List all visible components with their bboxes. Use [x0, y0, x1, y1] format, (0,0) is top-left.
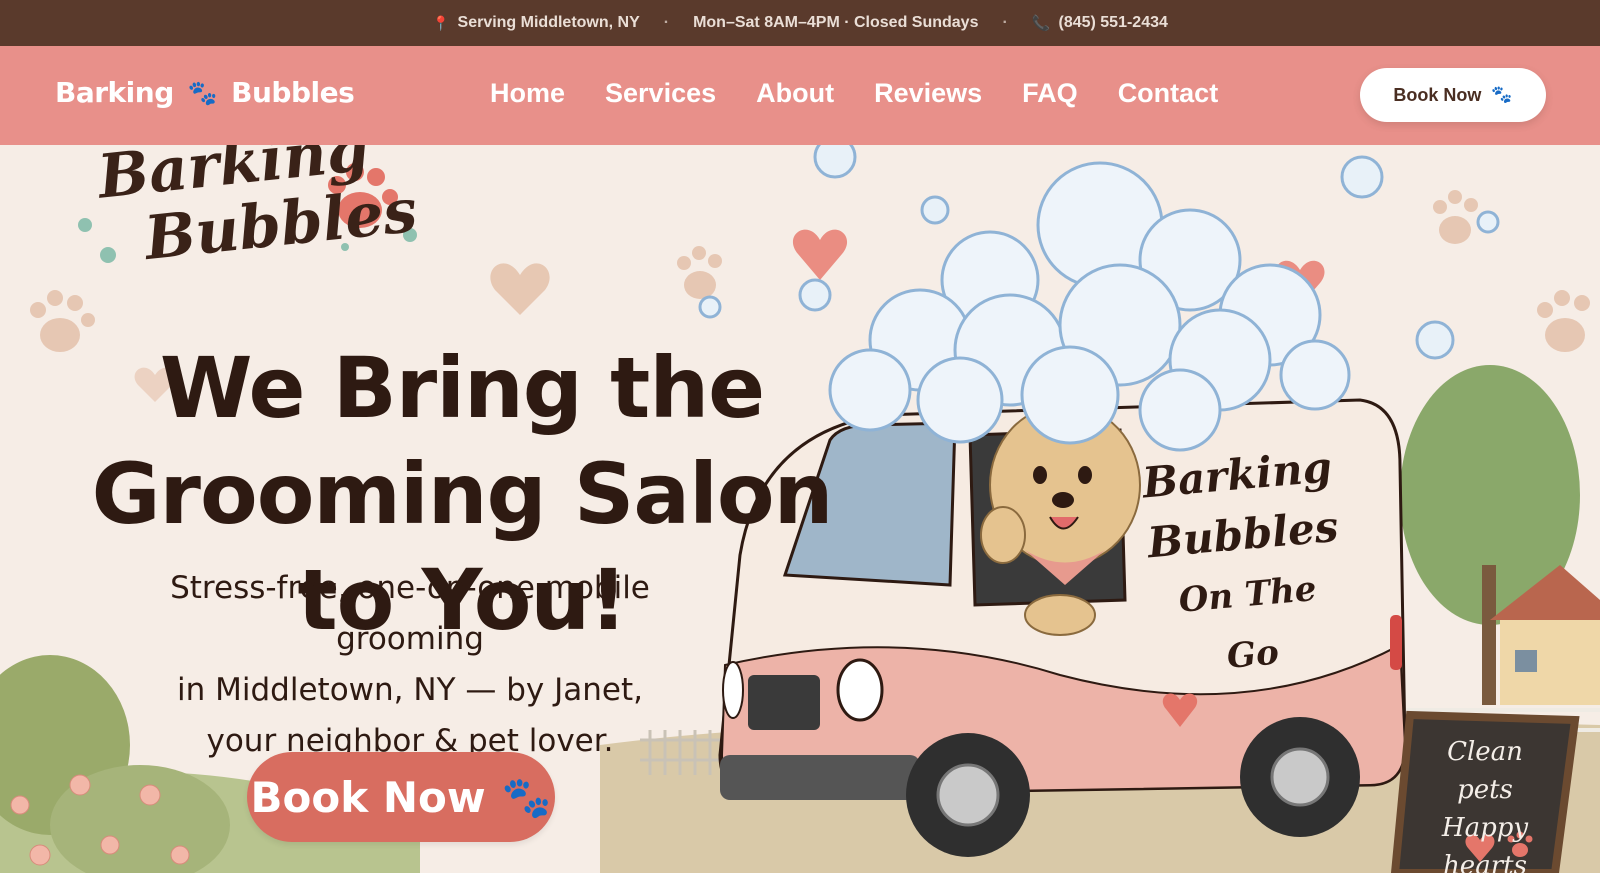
nav-link-reviews[interactable]: Reviews [874, 78, 982, 109]
phone-icon: 📞 [1031, 15, 1051, 32]
phone-text[interactable]: (845) 551-2434 [1058, 14, 1167, 32]
nav-link-contact[interactable]: Contact [1118, 78, 1219, 109]
hero-book-now-button[interactable]: Book Now 🐾 [247, 752, 555, 842]
separator: · [1002, 14, 1008, 31]
location-text: Serving Middletown, NY [457, 14, 640, 31]
van-line3: On The Go [1177, 568, 1319, 677]
hero-section: Barking Bubbles We Bring the Grooming Sa… [0, 145, 1600, 873]
map-pin-icon: 📍 [432, 14, 450, 31]
nav-link-home[interactable]: Home [490, 78, 565, 109]
paw-icon: 🐾 [1491, 85, 1513, 104]
separator: · [663, 14, 670, 31]
nav-book-now-label: Book Now [1393, 84, 1482, 105]
brand-name-right: Bubbles [231, 76, 355, 109]
nav-link-about[interactable]: About [756, 78, 834, 109]
brand-logo[interactable]: Barking 🐾 Bubbles [55, 76, 355, 109]
nav-links: Home Services About Reviews FAQ Contact [490, 78, 1218, 109]
van-lettering: Barking Bubbles On The Go [1140, 437, 1350, 693]
nav-book-now-button[interactable]: Book Now 🐾 [1360, 68, 1546, 122]
chalkboard-sign: Clean pets Happy hearts [1420, 733, 1550, 873]
paw-icon: 🐾 [187, 78, 218, 107]
location-info: 📍 Serving Middletown, NY [432, 14, 640, 32]
hero-subheadline: Stress-free, one-on-one mobile grooming … [100, 563, 720, 767]
nav-link-services[interactable]: Services [605, 78, 716, 109]
hours-info: Mon–Sat 8AM–4PM · Closed Sundays [693, 14, 978, 32]
hero-book-now-label: Book Now [250, 772, 486, 822]
phone-info[interactable]: 📞 (845) 551-2434 [1032, 14, 1168, 32]
hero-sub-line2: in Middletown, NY — by Janet, [177, 672, 643, 708]
nav-link-faq[interactable]: FAQ [1022, 78, 1078, 109]
hero-sub-line1: Stress-free, one-on-one mobile grooming [170, 570, 650, 657]
paw-icon: 🐾 [501, 774, 552, 821]
hero-headline-line1: We Bring the [159, 339, 765, 437]
top-info-bar: 📍 Serving Middletown, NY · Mon–Sat 8AM–4… [0, 0, 1600, 46]
sign-line2: Happy hearts [1441, 813, 1529, 873]
main-nav: Barking 🐾 Bubbles Home Services About Re… [0, 46, 1600, 145]
sign-line1: Clean pets [1447, 737, 1523, 805]
hours-text: Mon–Sat 8AM–4PM · Closed Sundays [693, 14, 979, 31]
brand-name-left: Barking [55, 76, 174, 109]
